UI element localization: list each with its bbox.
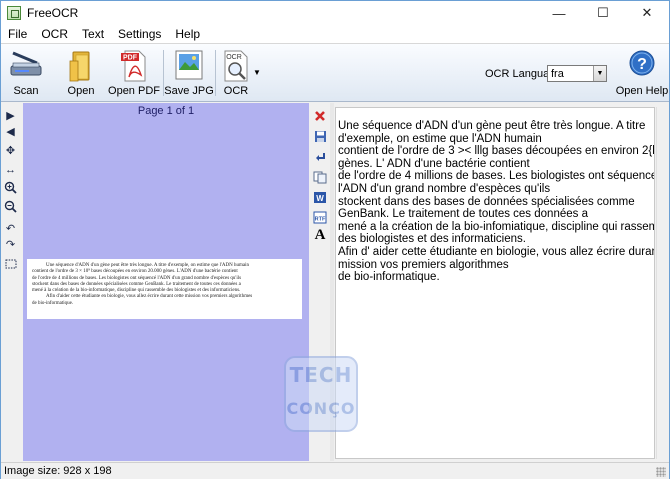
text-line: l'ADN d'un grand nombre d'espèces qu'ils bbox=[338, 182, 551, 195]
ocr-button[interactable]: OCR OCR bbox=[219, 47, 253, 99]
previous-page-icon[interactable]: ◀ bbox=[3, 124, 18, 139]
rotate-left-icon[interactable]: ↶ bbox=[3, 221, 18, 236]
menu-file[interactable]: File bbox=[1, 25, 34, 44]
scanned-document-image: Une séquence d'ADN d'un gène peut être t… bbox=[27, 259, 302, 319]
menu-text[interactable]: Text bbox=[75, 25, 111, 44]
window-title: FreeOCR bbox=[27, 6, 79, 20]
rtf-export-icon[interactable]: RTF bbox=[312, 209, 328, 225]
open-pdf-label: Open PDF bbox=[108, 85, 160, 97]
rotate-right-icon[interactable]: ↷ bbox=[3, 237, 18, 252]
scan-label: Scan bbox=[13, 85, 39, 97]
text-scrollbar[interactable] bbox=[656, 107, 668, 459]
status-bar: Image size: 928 x 198 bbox=[1, 462, 669, 479]
menu-settings[interactable]: Settings bbox=[111, 25, 168, 44]
menu-bar: File OCR Text Settings Help bbox=[1, 25, 669, 44]
svg-text:PDF: PDF bbox=[123, 55, 138, 62]
app-window: FreeOCR — ☐ ✕ File OCR Text Settings Hel… bbox=[0, 0, 670, 479]
folder-icon bbox=[69, 51, 90, 82]
fit-width-icon[interactable]: ↔ bbox=[3, 162, 18, 177]
image-icon bbox=[175, 50, 203, 80]
image-preview-panel[interactable]: Page 1 of 1 Une séquence d'ADN d'un gène… bbox=[23, 103, 309, 461]
panel-splitter[interactable] bbox=[330, 103, 334, 461]
open-pdf-button[interactable]: PDF Open PDF bbox=[108, 47, 160, 99]
open-label: Open bbox=[67, 85, 95, 97]
text-line: de bio-informatique. bbox=[338, 271, 440, 284]
text-line: de l'ordre de 4 millions de bases. Les b… bbox=[338, 170, 655, 183]
image-size-status: Image size: 928 x 198 bbox=[4, 465, 112, 477]
open-help-button[interactable]: ? Open Help bbox=[616, 47, 668, 99]
save-jpg-button[interactable]: Save JPG bbox=[164, 47, 214, 99]
menu-ocr[interactable]: OCR bbox=[34, 25, 75, 44]
ocr-magnifier-icon: OCR bbox=[224, 50, 248, 82]
text-line: GenBank. Le traitement de toutes ces don… bbox=[338, 208, 588, 221]
text-line: des biologistes et des informaticiens. bbox=[338, 233, 526, 246]
image-tools-strip: ▶ ◀ ✥ ↔ ↶ ↷ bbox=[1, 103, 20, 461]
svg-text:RTF: RTF bbox=[315, 216, 326, 222]
text-line: mission vos premiers algorithmes bbox=[338, 258, 509, 271]
clear-text-icon[interactable] bbox=[312, 108, 328, 124]
menu-help[interactable]: Help bbox=[168, 25, 207, 44]
window-controls: — ☐ ✕ bbox=[537, 1, 669, 25]
minimize-button[interactable]: — bbox=[537, 1, 581, 25]
text-line: stockent dans des bases de données spéci… bbox=[338, 195, 635, 208]
text-line: d'exemple, on estime que l'ADN humain bbox=[338, 132, 542, 145]
svg-text:OCR: OCR bbox=[226, 54, 242, 61]
svg-text:W: W bbox=[316, 194, 324, 203]
text-actions-strip: W RTF A bbox=[311, 103, 329, 461]
scanner-icon bbox=[10, 51, 42, 76]
toolbar-separator bbox=[215, 50, 216, 96]
scan-button[interactable]: Scan bbox=[9, 47, 43, 99]
text-line: contient de l'ordre de 3 >< lllg bases d… bbox=[338, 145, 655, 158]
copy-text-icon[interactable] bbox=[312, 169, 328, 185]
text-line: mené a la création de la bio-infomiatiqu… bbox=[338, 220, 655, 233]
word-export-icon[interactable]: W bbox=[312, 189, 328, 205]
help-icon: ? bbox=[629, 50, 655, 76]
next-page-icon[interactable]: ▶ bbox=[3, 108, 18, 123]
zoom-in-icon[interactable] bbox=[3, 180, 18, 195]
ocr-language-value: fra bbox=[551, 67, 564, 80]
page-indicator: Page 1 of 1 bbox=[137, 105, 195, 117]
select-region-icon[interactable] bbox=[3, 256, 18, 271]
text-line: Afin d' aider cette étudiante en biologi… bbox=[338, 245, 655, 258]
save-jpg-label: Save JPG bbox=[164, 85, 214, 97]
save-text-icon[interactable] bbox=[312, 128, 328, 144]
insert-return-icon[interactable] bbox=[312, 149, 328, 165]
ocr-dropdown-arrow-icon[interactable]: ▼ bbox=[253, 68, 261, 77]
doc-line: de bio-informatique. bbox=[32, 300, 74, 306]
ocr-language-select[interactable]: fra ▼ bbox=[547, 65, 607, 82]
app-icon bbox=[7, 6, 21, 20]
open-help-label: Open Help bbox=[615, 85, 669, 97]
font-icon[interactable]: A bbox=[312, 227, 328, 243]
text-line: Une séquence d'ADN d'un gène peut être t… bbox=[338, 120, 646, 132]
open-button[interactable]: Open bbox=[63, 47, 99, 99]
resize-grip-icon[interactable] bbox=[656, 467, 666, 477]
chevron-down-icon[interactable]: ▼ bbox=[593, 66, 606, 81]
zoom-out-icon[interactable] bbox=[3, 199, 18, 214]
pdf-icon: PDF bbox=[121, 50, 146, 82]
ocr-label: OCR bbox=[223, 85, 249, 97]
svg-text:?: ? bbox=[637, 56, 647, 73]
pan-icon[interactable]: ✥ bbox=[3, 143, 18, 158]
maximize-button[interactable]: ☐ bbox=[581, 1, 625, 25]
close-button[interactable]: ✕ bbox=[625, 1, 669, 25]
title-bar[interactable]: FreeOCR — ☐ ✕ bbox=[1, 1, 669, 25]
text-line: gènes. L' ADN d'une bactérie contient bbox=[338, 157, 530, 170]
ocr-text-output[interactable]: Une séquence d'ADN d'un gène peut être t… bbox=[335, 107, 655, 459]
